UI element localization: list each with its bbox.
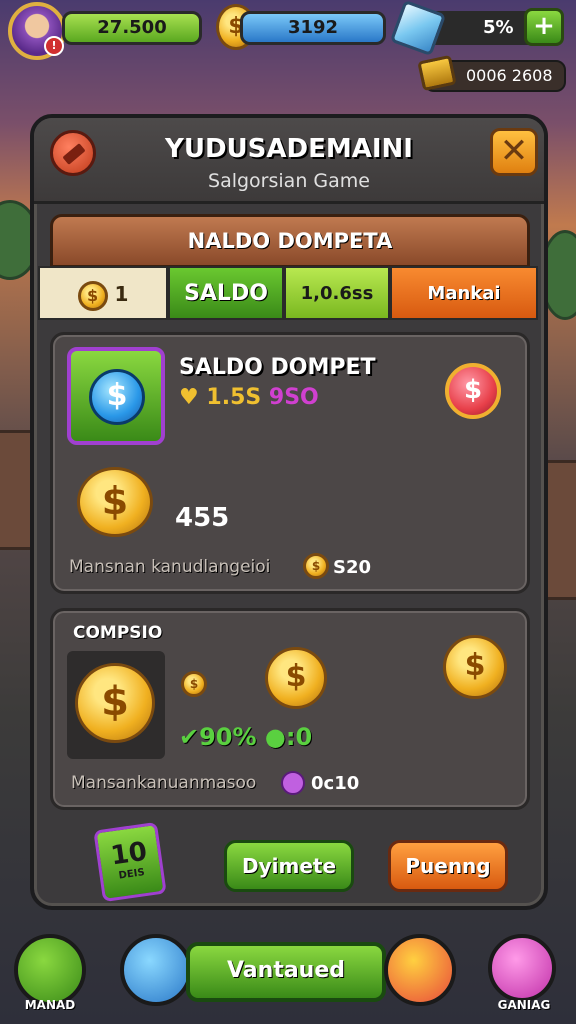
check-icon: ✔ <box>179 723 200 751</box>
card-title: COMPSIO <box>73 623 163 643</box>
trophy-icon[interactable] <box>488 934 556 1002</box>
card-footer-value: S20 <box>333 557 372 578</box>
wallet-icon: $ <box>67 347 165 445</box>
panel-header: YUDUSADEMAINI Salgorsian Game ✕ <box>34 118 544 204</box>
tab-coin[interactable]: $ 1 <box>38 266 168 320</box>
nav-right-label: GANIAG <box>497 998 551 1012</box>
card-footer-text: Mansnan kanudlangeioi <box>69 557 271 577</box>
gold-coin-icon: $ <box>265 647 327 709</box>
tab-mankai[interactable]: Mankai <box>390 266 538 320</box>
card-footer-text: Mansankanuanmasoo <box>71 773 257 793</box>
green-dot-icon: ● <box>264 723 286 751</box>
bonus-card[interactable]: 10 DEIS <box>93 821 167 903</box>
tab-row: $ 1 SALDO 1,0.6ss Mankai <box>38 266 542 320</box>
main-nav-button[interactable]: Vantaued <box>186 942 386 1002</box>
wallet-balance-card: $ SALDO DOMPET ♥ 1.5S 9SO $ $ 455 Mansna… <box>50 332 530 594</box>
panel-subtitle: Salgorsian Game <box>208 170 370 192</box>
bonus-label: DEIS <box>118 867 146 882</box>
section-banner: NALDO DOMPETA <box>50 214 530 268</box>
gold-coin-stack-icon: $ <box>77 467 153 537</box>
heart-icon: ♥ <box>179 385 199 410</box>
small-coin-icon: $ <box>181 671 207 697</box>
stat-a: 1.5S <box>206 385 262 410</box>
confirm-button[interactable]: Dyimete <box>224 840 354 892</box>
green-stat-b: :0 <box>285 723 313 751</box>
timer-value: 0c10 <box>311 773 360 794</box>
panel-title: YUDUSADEMAINI <box>165 134 413 164</box>
timer-icon <box>281 771 305 795</box>
tab-coin-value: 1 <box>114 282 129 306</box>
chest-nav-icon[interactable] <box>14 934 86 1006</box>
broom-icon[interactable] <box>120 934 192 1006</box>
gold-balance: 27.500 <box>62 11 202 45</box>
stat-line: ♥ 1.5S 9SO <box>179 385 319 410</box>
gold-coin-icon: $ <box>75 663 155 743</box>
spin-icon[interactable] <box>384 934 456 1006</box>
tab-saldo[interactable]: SALDO <box>168 266 284 320</box>
gold-coin-icon: $ <box>443 635 507 699</box>
gem-icon <box>389 0 447 57</box>
wallet-panel: YUDUSADEMAINI Salgorsian Game ✕ NALDO DO… <box>30 114 548 910</box>
hammer-icon[interactable] <box>50 130 96 176</box>
card-title: SALDO DOMPET <box>179 355 376 380</box>
bottom-nav: MANAD Vantaued GANIAG <box>0 920 576 1024</box>
balance-value: 455 <box>175 503 230 533</box>
gold-coin-icon: $ <box>303 553 329 579</box>
add-currency-button[interactable]: + <box>524 8 564 46</box>
blue-coin-icon: $ <box>89 369 145 425</box>
green-stat-a: 90% <box>199 723 257 751</box>
item-slot[interactable]: $ <box>67 651 165 759</box>
green-stat: ✔90% ●:0 <box>179 723 312 751</box>
tab-value[interactable]: 1,0.6ss <box>284 266 390 320</box>
nav-left-label: MANAD <box>24 998 76 1012</box>
pink-coin-icon: $ <box>445 363 501 419</box>
notification-badge: ! <box>44 36 64 56</box>
composition-card: COMPSIO $ $ $ $ ✔90% ●:0 Mansankanuanmas… <box>50 608 530 810</box>
blue-balance: 3192 <box>240 11 386 45</box>
top-bar: ! 27.500 $ 3192 5% + 0006 2608 <box>0 0 576 100</box>
action-button[interactable]: Puenng <box>388 840 508 892</box>
stat-b: 9SO <box>268 385 319 410</box>
close-button[interactable]: ✕ <box>490 128 538 176</box>
gold-coin-icon: $ <box>77 280 108 311</box>
